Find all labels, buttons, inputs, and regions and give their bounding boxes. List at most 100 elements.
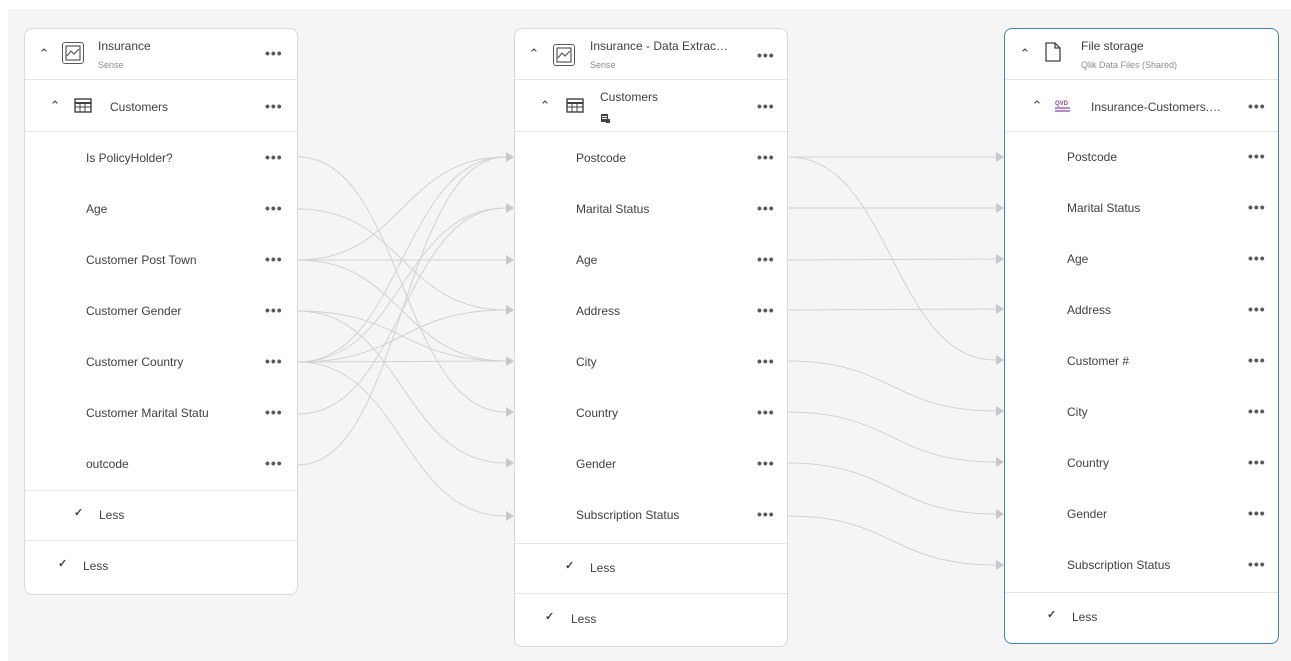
lineage-link bbox=[297, 207, 507, 363]
arrow-head-icon bbox=[996, 560, 1004, 570]
field-row[interactable]: Subscription Status ••• bbox=[1005, 540, 1278, 591]
field-name: Subscription Status bbox=[1067, 558, 1171, 572]
field-row[interactable]: Postcode ••• bbox=[1005, 132, 1278, 183]
field-row[interactable]: City ••• bbox=[1005, 387, 1278, 438]
arrow-head-icon bbox=[996, 509, 1004, 519]
field-name: Age bbox=[1067, 252, 1089, 266]
lineage-link bbox=[787, 462, 997, 515]
less-toggle-app[interactable]: ✓ Less bbox=[515, 595, 787, 646]
lineage-link bbox=[787, 411, 997, 463]
more-options-icon[interactable]: ••• bbox=[1248, 403, 1266, 419]
more-options-icon[interactable]: ••• bbox=[757, 47, 775, 63]
less-label: Less bbox=[99, 508, 125, 522]
more-options-icon[interactable]: ••• bbox=[265, 251, 283, 267]
more-options-icon[interactable]: ••• bbox=[1248, 98, 1266, 114]
field-row[interactable]: Marital Status ••• bbox=[515, 184, 787, 235]
more-options-icon[interactable]: ••• bbox=[757, 353, 775, 369]
arrow-head-icon bbox=[506, 511, 514, 521]
sense-app-icon bbox=[62, 42, 84, 64]
more-options-icon[interactable]: ••• bbox=[757, 149, 775, 165]
field-row[interactable]: Country ••• bbox=[1005, 438, 1278, 489]
more-options-icon[interactable]: ••• bbox=[1248, 505, 1266, 521]
data-extract-app-card[interactable]: ⌃ Insurance - Data Extrac… Sense ••• ⌃ C… bbox=[514, 28, 788, 647]
field-row[interactable]: Address ••• bbox=[1005, 285, 1278, 336]
field-row[interactable]: Marital Status ••• bbox=[1005, 183, 1278, 234]
table-header: ⌃ Customers ••• bbox=[515, 81, 787, 132]
more-options-icon[interactable]: ••• bbox=[757, 98, 775, 114]
less-toggle-file[interactable]: ✓ Less bbox=[1005, 592, 1278, 643]
chevron-up-icon[interactable]: ⌃ bbox=[1014, 43, 1036, 65]
field-name: Address bbox=[1067, 303, 1112, 317]
chevron-up-icon[interactable]: ⌃ bbox=[534, 95, 556, 117]
more-options-icon[interactable]: ••• bbox=[265, 45, 283, 61]
more-options-icon[interactable]: ••• bbox=[1248, 199, 1266, 215]
chevron-up-icon[interactable]: ⌃ bbox=[523, 43, 545, 65]
file-icon bbox=[1042, 41, 1064, 68]
field-row[interactable]: Is PolicyHolder? ••• bbox=[25, 133, 297, 184]
field-row[interactable]: Customer Marital Statu ••• bbox=[25, 388, 297, 439]
table-icon bbox=[73, 96, 95, 118]
storage-header: ⌃ File storage Qlik Data Files (Shared) bbox=[1005, 29, 1278, 80]
chevron-down-icon: ✓ bbox=[1047, 609, 1057, 621]
table-name: Customers bbox=[110, 100, 169, 114]
more-options-icon[interactable]: ••• bbox=[1248, 454, 1266, 470]
field-row[interactable]: Address ••• bbox=[515, 286, 787, 337]
chevron-down-icon: ✓ bbox=[74, 507, 84, 519]
field-row[interactable]: Postcode ••• bbox=[515, 133, 787, 184]
field-row[interactable]: Customer Gender ••• bbox=[25, 286, 297, 337]
field-name: Customer Gender bbox=[86, 304, 182, 318]
field-name: Is PolicyHolder? bbox=[86, 151, 173, 165]
chevron-up-icon[interactable]: ⌃ bbox=[1026, 95, 1048, 117]
table-header: ⌃ Customers ••• bbox=[25, 81, 297, 132]
more-options-icon[interactable]: ••• bbox=[757, 251, 775, 267]
field-row[interactable]: Age ••• bbox=[515, 235, 787, 286]
more-options-icon[interactable]: ••• bbox=[757, 455, 775, 471]
more-options-icon[interactable]: ••• bbox=[265, 353, 283, 369]
more-options-icon[interactable]: ••• bbox=[1248, 556, 1266, 572]
more-options-icon[interactable]: ••• bbox=[265, 200, 283, 216]
field-row[interactable]: Customer Country ••• bbox=[25, 337, 297, 388]
file-storage-card[interactable]: ⌃ File storage Qlik Data Files (Shared) … bbox=[1004, 28, 1279, 644]
field-row[interactable]: Country ••• bbox=[515, 388, 787, 439]
app-subtitle: Sense bbox=[590, 60, 616, 70]
field-row[interactable]: Customer Post Town ••• bbox=[25, 235, 297, 286]
arrow-head-icon bbox=[996, 254, 1004, 264]
field-row[interactable]: Gender ••• bbox=[1005, 489, 1278, 540]
storage-title: File storage bbox=[1081, 39, 1144, 53]
arrow-head-icon bbox=[996, 406, 1004, 416]
field-row[interactable]: outcode ••• bbox=[25, 439, 297, 490]
more-options-icon[interactable]: ••• bbox=[265, 302, 283, 318]
more-options-icon[interactable]: ••• bbox=[1248, 352, 1266, 368]
more-options-icon[interactable]: ••• bbox=[1248, 250, 1266, 266]
field-name: Country bbox=[576, 406, 619, 420]
field-row[interactable]: Age ••• bbox=[25, 184, 297, 235]
chevron-up-icon[interactable]: ⌃ bbox=[44, 95, 66, 117]
file-name: Insurance-Customers.… bbox=[1091, 100, 1222, 114]
less-toggle-app[interactable]: ✓ Less bbox=[25, 542, 297, 593]
more-options-icon[interactable]: ••• bbox=[757, 506, 775, 522]
field-row[interactable]: Age ••• bbox=[1005, 234, 1278, 285]
app-header: ⌃ Insurance Sense ••• bbox=[25, 29, 297, 80]
more-options-icon[interactable]: ••• bbox=[757, 302, 775, 318]
more-options-icon[interactable]: ••• bbox=[757, 404, 775, 420]
less-toggle-table[interactable]: ✓ Less bbox=[515, 543, 787, 594]
field-row[interactable]: Subscription Status ••• bbox=[515, 490, 787, 541]
more-options-icon[interactable]: ••• bbox=[265, 149, 283, 165]
chevron-up-icon[interactable]: ⌃ bbox=[33, 43, 55, 65]
less-label: Less bbox=[571, 612, 597, 626]
less-label: Less bbox=[1072, 610, 1098, 624]
more-options-icon[interactable]: ••• bbox=[757, 200, 775, 216]
more-options-icon[interactable]: ••• bbox=[1248, 148, 1266, 164]
arrow-head-icon bbox=[996, 457, 1004, 467]
more-options-icon[interactable]: ••• bbox=[265, 98, 283, 114]
more-options-icon[interactable]: ••• bbox=[1248, 301, 1266, 317]
more-options-icon[interactable]: ••• bbox=[265, 404, 283, 420]
insurance-app-card[interactable]: ⌃ Insurance Sense ••• ⌃ Customers ••• Is… bbox=[24, 28, 298, 595]
field-row[interactable]: Gender ••• bbox=[515, 439, 787, 490]
field-row[interactable]: City ••• bbox=[515, 337, 787, 388]
lineage-link bbox=[787, 258, 997, 261]
less-toggle-table[interactable]: ✓ Less bbox=[25, 490, 297, 541]
more-options-icon[interactable]: ••• bbox=[265, 455, 283, 471]
field-row[interactable]: Customer # ••• bbox=[1005, 336, 1278, 387]
lineage-link bbox=[297, 310, 507, 464]
